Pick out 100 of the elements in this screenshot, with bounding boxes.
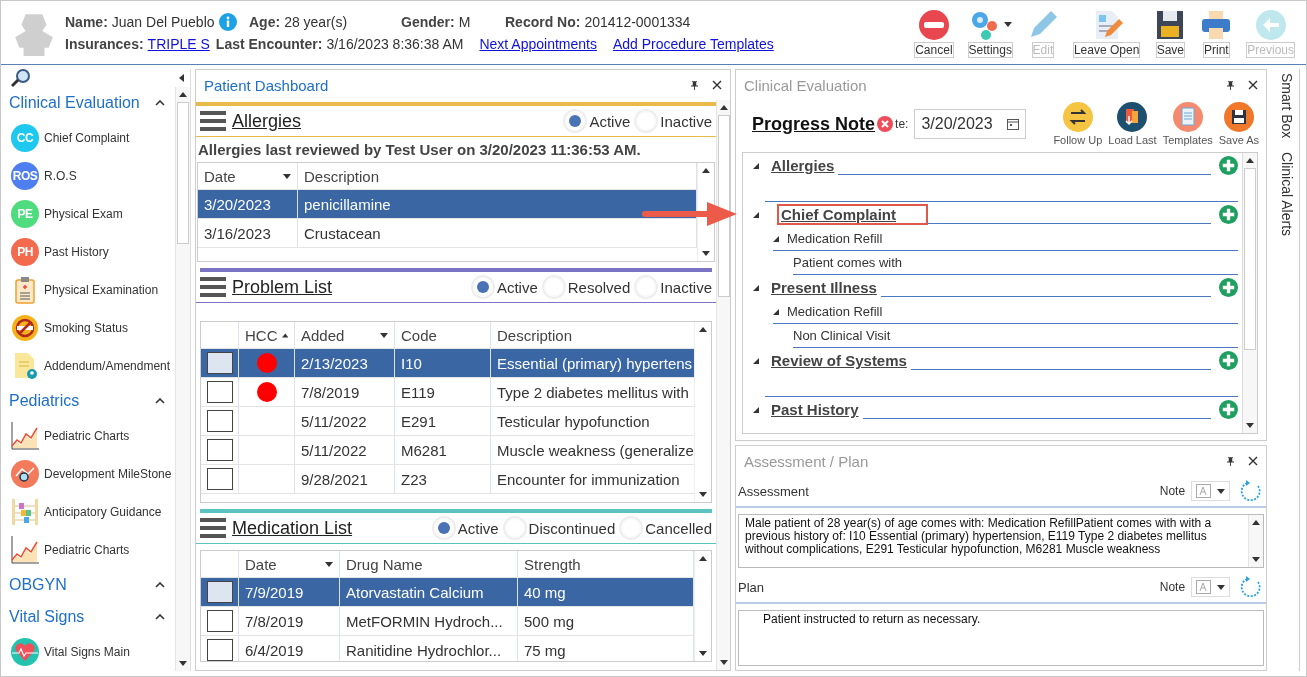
filter-radio[interactable]: Active <box>433 518 499 538</box>
sidebar-item[interactable]: ROS R.O.S <box>9 157 175 195</box>
scroll-thumb[interactable] <box>177 102 189 244</box>
add-icon[interactable] <box>1219 156 1239 175</box>
header-link[interactable]: Next Appointments <box>479 36 597 52</box>
column-header[interactable]: Date <box>239 551 340 577</box>
expand-icon[interactable] <box>753 406 759 413</box>
table-row[interactable]: 7/9/2019 Atorvastatin Calcium 40 mg <box>201 578 694 607</box>
section-link[interactable]: Present Illness <box>767 277 881 298</box>
tree-item[interactable]: Medication Refill <box>787 231 883 246</box>
row-selector[interactable] <box>206 439 233 461</box>
filter-radio[interactable]: Cancelled <box>621 518 712 538</box>
close-icon[interactable] <box>712 80 722 90</box>
caret-icon[interactable] <box>380 332 388 338</box>
sidebar-item[interactable]: CC Chief Complaint <box>9 119 175 157</box>
table-row[interactable]: 2/13/2023 I10 Essential (primary) hypertens <box>201 349 694 378</box>
expand-icon[interactable] <box>753 357 759 364</box>
remove-icon[interactable] <box>877 116 894 132</box>
table-row[interactable]: 9/28/2021 Z23 Encounter for immunization <box>201 465 694 494</box>
group-title[interactable]: OBGYN <box>9 576 67 594</box>
section-link[interactable]: Past History <box>767 399 863 420</box>
column-header[interactable]: Description <box>491 322 694 348</box>
scroll-down-icon[interactable] <box>179 661 187 666</box>
chevron-icon[interactable] <box>155 582 165 588</box>
chevron-icon[interactable] <box>155 614 165 620</box>
settings-button[interactable]: Settings <box>960 5 1020 60</box>
chevron-icon[interactable] <box>155 100 165 106</box>
scroll-down-icon[interactable] <box>702 251 710 256</box>
filter-radio[interactable]: Resolved <box>543 277 631 297</box>
sidebar-item[interactable]: Pediatric Charts <box>9 417 175 455</box>
filter-radio[interactable]: Active <box>472 277 538 297</box>
filter-radio[interactable]: Active <box>565 111 631 131</box>
save-button[interactable]: Save <box>1147 5 1194 60</box>
group-title[interactable]: Pediatrics <box>9 392 80 410</box>
caret-icon[interactable] <box>283 173 291 179</box>
leave-open-button[interactable]: Leave Open <box>1065 5 1148 60</box>
cancel-button[interactable]: Cancel <box>907 5 961 60</box>
scrollbar[interactable] <box>716 100 730 670</box>
note-dropdown[interactable] <box>1191 481 1231 501</box>
table-row[interactable]: 3/20/2023 penicillamine <box>198 190 697 219</box>
sidebar-item[interactable]: Vital Signs Main <box>9 633 175 671</box>
text-area[interactable]: Patient instructed to return as necessary. <box>739 611 1264 665</box>
row-selector[interactable] <box>206 610 233 632</box>
print-button[interactable]: Print <box>1193 5 1240 60</box>
menu-icon[interactable] <box>200 111 226 131</box>
scroll-up-icon[interactable] <box>179 92 187 97</box>
expand-icon[interactable] <box>773 308 779 315</box>
caret-icon[interactable] <box>325 561 333 567</box>
sidebar-item[interactable]: Development MileStone <box>9 455 175 493</box>
column-header[interactable]: Description <box>298 163 697 189</box>
caret-icon[interactable] <box>1004 22 1013 27</box>
close-icon[interactable] <box>1248 80 1259 90</box>
column-header[interactable]: Drug Name <box>340 551 518 577</box>
note-title-link[interactable]: Progress Note <box>752 113 876 135</box>
menu-icon[interactable] <box>200 518 226 538</box>
add-icon[interactable] <box>1219 400 1239 419</box>
info-icon[interactable] <box>218 13 237 31</box>
row-selector[interactable] <box>206 352 233 374</box>
column-header[interactable]: Code <box>395 322 491 348</box>
table-row[interactable]: 5/11/2022 E291 Testicular hypofunction <box>201 407 694 436</box>
tree-item[interactable]: Medication Refill <box>787 304 883 319</box>
group-title[interactable]: Clinical Evaluation <box>9 94 140 112</box>
side-tab[interactable]: Clinical Alerts <box>1279 152 1296 237</box>
header-link[interactable]: Add Procedure Templates <box>612 36 774 52</box>
scroll-up-icon[interactable] <box>699 327 707 332</box>
section-link[interactable]: Chief Complaint <box>777 204 928 225</box>
menu-icon[interactable] <box>200 277 226 297</box>
section-link[interactable]: Allergies <box>767 155 839 176</box>
add-icon[interactable] <box>1219 278 1239 297</box>
row-selector[interactable] <box>206 581 233 603</box>
tree-item[interactable]: Patient comes with <box>793 255 903 270</box>
table-row[interactable]: 3/16/2023 Crustacean <box>198 219 697 248</box>
scroll-up-icon[interactable] <box>719 105 728 110</box>
expand-icon[interactable] <box>773 235 779 242</box>
note-dropdown[interactable] <box>1191 577 1231 597</box>
refresh-icon[interactable] <box>1240 480 1263 502</box>
calendar-icon[interactable] <box>1006 118 1019 130</box>
pin-icon[interactable] <box>691 80 698 90</box>
scroll-up-icon[interactable] <box>1246 158 1255 163</box>
follow-up-button[interactable]: Follow Up <box>1050 102 1106 146</box>
sidebar-item[interactable]: Physical Examination <box>9 271 175 309</box>
row-selector[interactable] <box>206 468 233 490</box>
column-header[interactable]: Date <box>198 163 298 189</box>
add-icon[interactable] <box>1219 351 1239 370</box>
scroll-down-icon[interactable] <box>699 651 707 656</box>
column-header[interactable]: HCC <box>239 322 295 348</box>
side-tab[interactable]: Smart Box <box>1279 73 1296 139</box>
table-row[interactable]: 7/8/2019 MetFORMIN Hydroch... 500 mg <box>201 607 694 636</box>
tree-item[interactable]: Non Clinical Visit <box>793 328 891 343</box>
pin-icon[interactable] <box>1227 80 1235 90</box>
scroll-down-icon[interactable] <box>699 492 707 497</box>
group-title[interactable]: Vital Signs <box>9 608 85 626</box>
search-icon[interactable] <box>11 68 31 88</box>
row-selector[interactable] <box>206 381 233 403</box>
expand-icon[interactable] <box>753 211 759 218</box>
sort-up-icon[interactable] <box>281 332 288 338</box>
scroll-down-icon[interactable] <box>719 660 728 665</box>
scroll-thumb[interactable] <box>717 115 730 297</box>
templates-button[interactable]: Templates <box>1159 102 1216 146</box>
sidebar-item[interactable]: Addendum/Amendment <box>9 347 175 385</box>
